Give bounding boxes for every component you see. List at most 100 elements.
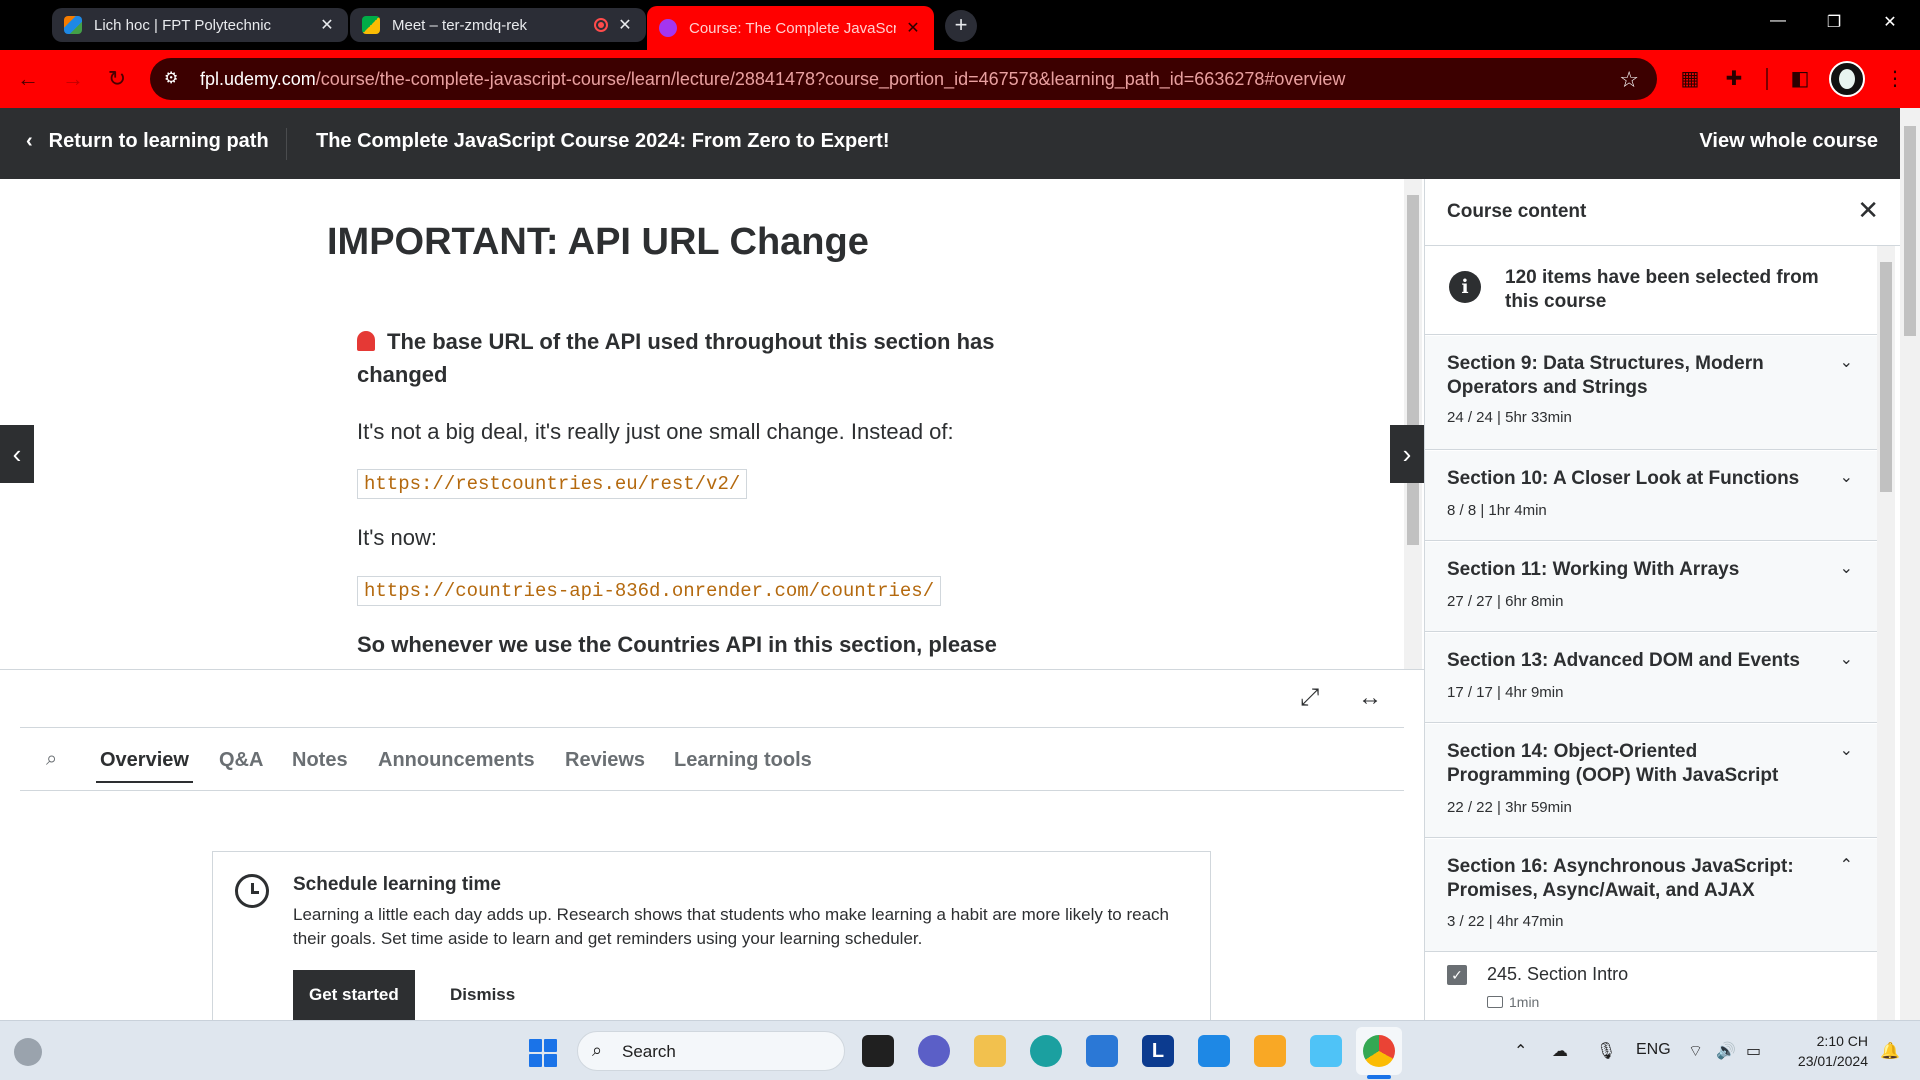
windows-taskbar: ⌕ Search L ⌃ ☁ 🎙 ENG ⌔ 🔊 ▭ 2:10 CH 23/01… — [0, 1020, 1920, 1080]
browser-tab-udemy[interactable]: Course: The Complete JavaScrip ✕ — [647, 6, 934, 50]
section-10[interactable]: Section 10: A Closer Look at Functions 8… — [1425, 451, 1877, 541]
close-tab-icon[interactable]: ✕ — [616, 15, 634, 35]
forward-arrow-icon[interactable]: → — [59, 65, 87, 93]
url-host: fpl.udemy.com — [200, 68, 316, 89]
store-icon[interactable] — [1086, 1035, 1118, 1067]
udemy-favicon-icon — [659, 19, 677, 37]
active-app-indicator — [1367, 1075, 1391, 1079]
close-icon[interactable]: ✕ — [1857, 195, 1879, 226]
course-content-sidebar: Course content ✕ i 120 items have been s… — [1424, 179, 1900, 1020]
app-l-icon[interactable]: L — [1142, 1035, 1174, 1067]
section-13[interactable]: Section 13: Advanced DOM and Events 17 /… — [1425, 633, 1877, 723]
section-9[interactable]: Section 9: Data Structures, Modern Opera… — [1425, 336, 1877, 450]
file-explorer-icon[interactable] — [974, 1035, 1006, 1067]
lecture-scrollbar[interactable] — [1404, 179, 1422, 669]
profile-avatar[interactable] — [1829, 61, 1865, 97]
section-title: Section 11: Working With Arrays — [1447, 559, 1740, 580]
return-to-learning-path-link[interactable]: ‹ Return to learning path — [26, 130, 269, 153]
tab-reviews[interactable]: Reviews — [565, 749, 645, 772]
browser-toolbar: ← → ↻ ⚙ fpl.udemy.com/course/the-complet… — [0, 50, 1920, 108]
vscode-icon[interactable] — [1198, 1035, 1230, 1067]
dismiss-button[interactable]: Dismiss — [438, 970, 527, 1020]
section-14[interactable]: Section 14: Object-Oriented Programming … — [1425, 724, 1877, 838]
battery-icon[interactable]: ▭ — [1746, 1041, 1761, 1061]
fullscreen-icon[interactable]: ⤢ — [1300, 684, 1319, 712]
back-arrow-icon[interactable]: ← — [14, 65, 42, 93]
tab-announcements[interactable]: Announcements — [378, 749, 535, 772]
show-hidden-icons-chevron-icon[interactable]: ⌃ — [1514, 1041, 1527, 1061]
windows-start-icon[interactable] — [529, 1039, 557, 1067]
close-window-icon[interactable]: ✕ — [1870, 12, 1910, 32]
section-16[interactable]: Section 16: Asynchronous JavaScript: Pro… — [1425, 839, 1877, 952]
maximize-icon[interactable]: ❐ — [1814, 12, 1854, 32]
expand-width-icon[interactable]: ↔ — [1358, 684, 1382, 712]
new-api-url-code: https://countries-api-836d.onrender.com/… — [357, 576, 942, 606]
language-indicator[interactable]: ENG — [1636, 1041, 1671, 1059]
new-tab-button[interactable]: + — [945, 10, 977, 42]
browser-tab-meet[interactable]: Meet – ter-zmdq-rek ✕ — [350, 8, 646, 42]
url-path: /course/the-complete-javascript-course/l… — [315, 68, 1346, 89]
edge-icon[interactable] — [1030, 1035, 1062, 1067]
menu-kebab-icon[interactable]: ⋮ — [1882, 66, 1908, 92]
chevron-down-icon: ⌄ — [1839, 469, 1853, 486]
next-lecture-button[interactable]: › — [1390, 425, 1424, 483]
microphone-icon[interactable]: 🎙 — [1596, 1041, 1616, 1061]
section-meta: 3 / 22 | 4hr 47min — [1447, 913, 1564, 930]
task-view-icon[interactable] — [862, 1035, 894, 1067]
section-title: Section 16: Asynchronous JavaScript: Pro… — [1447, 856, 1794, 901]
lecture-heading: The base URL of the API used throughout … — [357, 325, 1077, 391]
browser-tab-fpt[interactable]: Lich hoc | FPT Polytechnic ✕ — [52, 8, 348, 42]
scroll-thumb[interactable] — [1904, 126, 1916, 336]
lesson-meta: 1min — [1487, 994, 1539, 1010]
completed-checkbox[interactable]: ✓ — [1447, 965, 1467, 985]
taskbar-search[interactable]: ⌕ Search — [577, 1031, 845, 1071]
search-icon: ⌕ — [592, 1040, 603, 1060]
search-icon[interactable]: ⌕ — [46, 748, 57, 771]
address-bar[interactable]: ⚙ fpl.udemy.com/course/the-complete-java… — [150, 58, 1657, 100]
notifications-icon[interactable]: 🔔 — [1880, 1041, 1900, 1061]
course-title[interactable]: The Complete JavaScript Course 2024: Fro… — [316, 130, 890, 153]
teams-chat-icon[interactable] — [918, 1035, 950, 1067]
view-whole-course-link[interactable]: View whole course — [1699, 130, 1878, 153]
schedule-learning-card: Schedule learning time Learning a little… — [212, 851, 1211, 1021]
onedrive-icon[interactable]: ☁ — [1552, 1041, 1568, 1061]
site-settings-icon[interactable]: ⚙ — [164, 68, 186, 90]
tab-title: Meet – ter-zmdq-rek — [392, 16, 528, 34]
close-tab-icon[interactable]: ✕ — [318, 15, 336, 35]
weather-widget-icon[interactable] — [14, 1038, 42, 1066]
scroll-thumb[interactable] — [1407, 195, 1419, 545]
recording-icon — [594, 18, 608, 32]
fpt-favicon-icon — [64, 16, 82, 34]
bookmark-star-icon[interactable]: ☆ — [1619, 67, 1639, 93]
get-started-button[interactable]: Get started — [293, 970, 415, 1020]
tab-qa[interactable]: Q&A — [219, 749, 263, 772]
scroll-thumb[interactable] — [1880, 262, 1892, 492]
section-11[interactable]: Section 11: Working With Arrays 27 / 27 … — [1425, 542, 1877, 632]
side-panel-icon[interactable]: ◧ — [1787, 66, 1813, 92]
page-scrollbar[interactable] — [1900, 108, 1920, 1020]
lesson-item[interactable]: ✓ 245. Section Intro 1min — [1425, 952, 1877, 1020]
previous-lecture-button[interactable]: ‹ — [0, 425, 34, 483]
close-tab-icon[interactable]: ✕ — [904, 18, 922, 38]
app-tools-icon[interactable] — [1254, 1035, 1286, 1067]
extension-calculator-icon[interactable]: ▦ — [1677, 66, 1703, 92]
chevron-down-icon: ⌄ — [1839, 560, 1853, 577]
tab-overview[interactable]: Overview — [96, 749, 193, 783]
wifi-icon[interactable]: ⌔ — [1688, 1041, 1703, 1061]
section-meta: 17 / 17 | 4hr 9min — [1447, 684, 1564, 701]
notepad-icon[interactable] — [1310, 1035, 1342, 1067]
clock[interactable]: 2:10 CH 23/01/2024 — [1798, 1031, 1868, 1071]
volume-icon[interactable]: 🔊 — [1716, 1041, 1736, 1061]
extensions-puzzle-icon[interactable]: ✚ — [1721, 66, 1747, 92]
section-title: Section 13: Advanced DOM and Events — [1447, 650, 1800, 671]
lecture-paragraph: So whenever we use the Countries API in … — [357, 632, 997, 657]
section-title: Section 9: Data Structures, Modern Opera… — [1447, 353, 1764, 398]
reload-icon[interactable]: ↻ — [103, 65, 131, 93]
lesson-duration: 1min — [1509, 994, 1540, 1010]
sidebar-scrollbar[interactable] — [1877, 246, 1895, 1020]
browser-tab-bar: Lich hoc | FPT Polytechnic ✕ Meet – ter-… — [0, 0, 1920, 50]
tab-learning-tools[interactable]: Learning tools — [674, 749, 812, 772]
chrome-icon — [1363, 1035, 1395, 1067]
minimize-icon[interactable]: — — [1758, 12, 1798, 30]
tab-notes[interactable]: Notes — [292, 749, 348, 772]
